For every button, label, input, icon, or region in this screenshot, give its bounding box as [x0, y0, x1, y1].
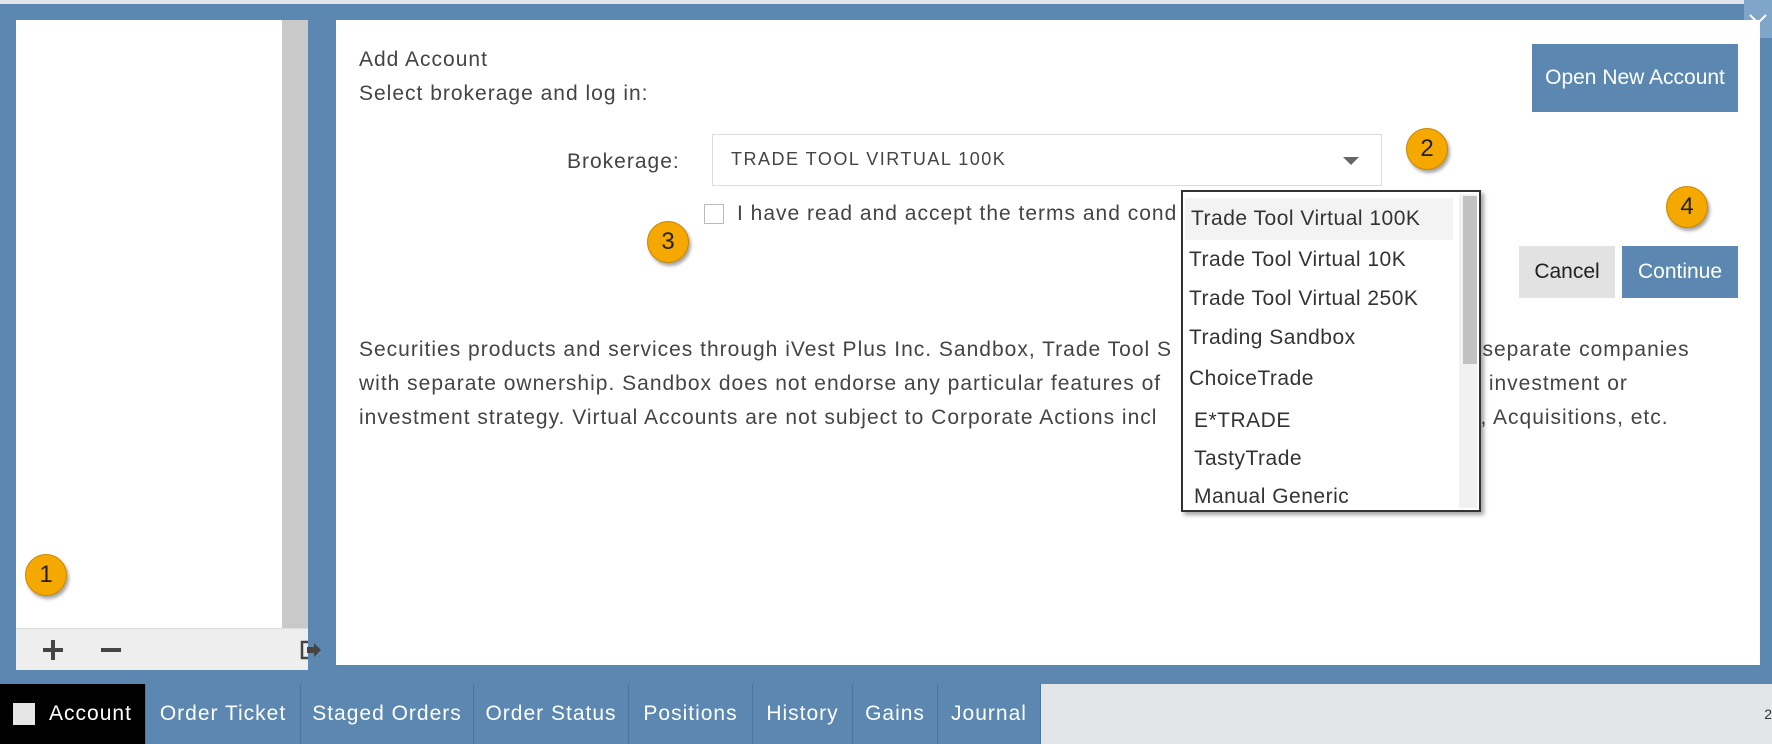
tab-history[interactable]: History	[753, 684, 853, 744]
open-new-account-button[interactable]: Open New Account	[1532, 44, 1738, 112]
logout-icon	[300, 640, 321, 660]
callout-3: 3	[647, 221, 689, 263]
dropdown-option[interactable]: Manual Generic	[1194, 485, 1349, 509]
account-list-scrollbar[interactable]	[282, 20, 308, 629]
tab-account[interactable]: Account	[0, 684, 146, 744]
brokerage-select-value: TRADE TOOL VIRTUAL 100K	[731, 149, 1007, 169]
brokerage-label: Brokerage:	[567, 150, 680, 173]
tab-checkbox-icon	[13, 703, 36, 725]
tab-staged-orders[interactable]: Staged Orders	[301, 684, 474, 744]
brokerage-select[interactable]: TRADE TOOL VIRTUAL 100K	[712, 134, 1382, 186]
dropdown-option[interactable]: Trading Sandbox	[1189, 326, 1356, 350]
tab-journal[interactable]: Journal	[938, 684, 1041, 744]
callout-2: 2	[1406, 128, 1448, 170]
cancel-button[interactable]: Cancel	[1519, 246, 1615, 298]
remove-account-button[interactable]	[96, 635, 126, 665]
dialog-subtitle: Select brokerage and log in:	[359, 82, 649, 105]
tab-gains[interactable]: Gains	[853, 684, 938, 744]
add-account-dialog: Add Account Select brokerage and log in:…	[336, 20, 1760, 665]
tab-positions[interactable]: Positions	[629, 684, 753, 744]
callout-4: 4	[1666, 186, 1708, 228]
terms-checkbox[interactable]	[704, 204, 724, 224]
terms-label: I have read and accept the terms and con…	[737, 202, 1178, 225]
dropdown-option[interactable]: E*TRADE	[1194, 409, 1291, 433]
tab-label: Account	[49, 702, 132, 725]
dropdown-option[interactable]: TastyTrade	[1194, 447, 1302, 471]
disclaimer-line-2b: r investment or	[1474, 372, 1628, 395]
disclaimer-line-1b: re separate companies	[1455, 338, 1690, 361]
disclaimer-line-1a: Securities products and services through…	[359, 338, 1173, 361]
continue-button[interactable]: Continue	[1622, 246, 1738, 298]
plus-icon	[43, 640, 63, 660]
dropdown-option[interactable]: Trade Tool Virtual 10K	[1189, 248, 1406, 272]
edge-number: 2	[1764, 706, 1772, 722]
tab-order-status[interactable]: Order Status	[474, 684, 629, 744]
bottom-tab-bar: Account Order Ticket Staged Orders Order…	[0, 684, 1772, 744]
minus-icon	[101, 648, 121, 652]
disclaimer-line-2a: with separate ownership. Sandbox does no…	[359, 372, 1162, 395]
dropdown-option-selected[interactable]: Trade Tool Virtual 100K	[1185, 198, 1453, 240]
dropdown-scrollbar-thumb[interactable]	[1463, 196, 1477, 364]
dialog-title: Add Account	[359, 48, 488, 71]
logout-button[interactable]	[296, 635, 326, 665]
dropdown-option[interactable]: ChoiceTrade	[1189, 367, 1314, 391]
disclaimer-text: Securities products and services through…	[359, 333, 1759, 435]
tab-order-ticket[interactable]: Order Ticket	[146, 684, 301, 744]
brokerage-dropdown-list: Trade Tool Virtual 100K Trade Tool Virtu…	[1181, 190, 1481, 512]
disclaimer-line-3a: investment strategy. Virtual Accounts ar…	[359, 406, 1158, 429]
dropdown-option[interactable]: Trade Tool Virtual 250K	[1189, 287, 1418, 311]
disclaimer-line-3b: s, Acquisitions, etc.	[1469, 406, 1669, 429]
account-list-toolbar	[16, 628, 321, 670]
add-account-button[interactable]	[38, 635, 68, 665]
callout-1: 1	[25, 554, 67, 596]
top-strip	[0, 0, 1772, 4]
caret-down-icon	[1343, 157, 1359, 165]
